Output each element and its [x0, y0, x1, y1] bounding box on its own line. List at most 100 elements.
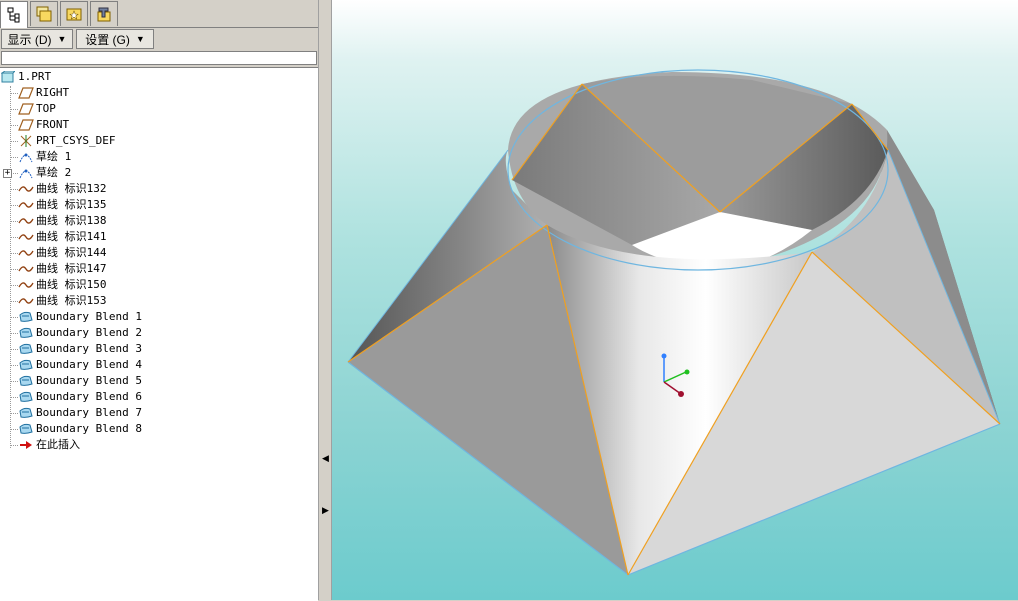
tree-item[interactable]: Boundary Blend 2 [18, 325, 142, 341]
tree-connector-line [10, 157, 18, 158]
tree-connector-line [10, 269, 18, 270]
settings-menu-button[interactable]: 设置 (G) ▼ [76, 29, 154, 49]
tree-connector-line [10, 365, 18, 366]
tree-item[interactable]: Boundary Blend 1 [18, 309, 142, 325]
tree-item-label: Boundary Blend 3 [36, 342, 142, 355]
tree-item-label: Boundary Blend 7 [36, 406, 142, 419]
tree-item[interactable]: Boundary Blend 3 [18, 341, 142, 357]
tree-item-label: Boundary Blend 1 [36, 310, 142, 323]
tree-item[interactable]: 草绘 1 [18, 149, 71, 165]
tree-item-label: 在此插入 [36, 438, 80, 451]
tree-item[interactable]: Boundary Blend 7 [18, 405, 142, 421]
tree-item[interactable]: PRT_CSYS_DEF [18, 133, 115, 149]
tree-item[interactable]: 曲线 标识141 [18, 229, 107, 245]
tree-icon [7, 7, 20, 23]
show-menu-button[interactable]: 显示 (D) ▼ [1, 29, 73, 49]
tree-connector-line [10, 285, 18, 286]
tree-item-label: 曲线 标识150 [36, 278, 107, 291]
curve-icon [18, 294, 34, 308]
panel-splitter[interactable]: ◀ ▶ [318, 0, 332, 600]
graphics-window[interactable] [332, 0, 1018, 600]
tools-icon [97, 7, 111, 22]
tab-model-tree[interactable] [0, 1, 28, 28]
datum-plane-icon [18, 118, 34, 132]
favorites-icon [66, 8, 82, 21]
tree-item[interactable]: TOP [18, 101, 56, 117]
tree-toolbar: 显示 (D) ▼ 设置 (G) ▼ [0, 28, 320, 50]
csys-y-marker [661, 353, 667, 359]
tree-item-label: 曲线 标识147 [36, 262, 107, 275]
tree-item-label: 曲线 标识135 [36, 198, 107, 211]
tree-item-label: Boundary Blend 2 [36, 326, 142, 339]
tree-connector-line [10, 189, 18, 190]
model-3d-view [347, 69, 1001, 576]
tree-connector-line [10, 381, 18, 382]
csys-icon [18, 134, 34, 148]
boundary-blend-icon [18, 374, 34, 388]
tree-item-label: Boundary Blend 8 [36, 422, 142, 435]
sketch-icon [18, 166, 34, 180]
part-icon [0, 70, 16, 84]
tree-item[interactable]: 曲线 标识135 [18, 197, 107, 213]
tree-item-label: 曲线 标识132 [36, 182, 107, 195]
tree-item-label: Boundary Blend 5 [36, 374, 142, 387]
tree-item[interactable]: 曲线 标识153 [18, 293, 107, 309]
tree-item[interactable]: FRONT [18, 117, 69, 133]
boundary-blend-icon [18, 390, 34, 404]
tree-connector-line [10, 445, 18, 446]
curve-icon [18, 278, 34, 292]
tree-item[interactable]: 曲线 标识147 [18, 261, 107, 277]
tree-item-label: 曲线 标识141 [36, 230, 107, 243]
curve-icon [18, 182, 34, 196]
navigator-tabs [0, 0, 320, 28]
tree-connector-line [10, 141, 18, 142]
csys-x-marker [684, 369, 690, 375]
tree-item-label: 曲线 标识144 [36, 246, 107, 259]
expand-icon[interactable]: + [3, 169, 12, 178]
tree-item[interactable]: Boundary Blend 6 [18, 389, 142, 405]
tree-item-label: 草绘 1 [36, 150, 72, 163]
tree-item[interactable]: 曲线 标识132 [18, 181, 107, 197]
settings-menu-label: 设置 (G) [85, 32, 130, 47]
tab-favorites[interactable] [60, 1, 88, 26]
tree-filter-bar[interactable] [1, 51, 317, 65]
tree-item[interactable]: 草绘 2 [18, 165, 71, 181]
tree-connector-line [10, 397, 18, 398]
boundary-blend-icon [18, 310, 34, 324]
tree-item[interactable]: Boundary Blend 8 [18, 421, 142, 437]
tab-folder-browser[interactable] [30, 1, 58, 26]
tab-connections[interactable] [90, 1, 118, 26]
tree-item[interactable]: RIGHT [18, 85, 69, 101]
boundary-blend-icon [18, 358, 34, 372]
boundary-blend-icon [18, 326, 34, 340]
tree-item-label: FRONT [36, 118, 70, 131]
tree-connector-line [10, 317, 18, 318]
expand-right-icon[interactable]: ▶ [322, 505, 329, 516]
tree-item-label: Boundary Blend 4 [36, 358, 142, 371]
tree-item[interactable]: Boundary Blend 4 [18, 357, 142, 373]
tree-connector-line [10, 413, 18, 414]
tree-connector-line [10, 349, 18, 350]
curve-icon [18, 214, 34, 228]
curve-icon [18, 198, 34, 212]
model-tree: 1.PRT RIGHT TOP FRONT PRT_CSYS_DEF 草绘 1 草绘 2 曲… [0, 67, 318, 601]
tree-connector-line [10, 237, 18, 238]
tree-connector-line [10, 301, 18, 302]
curve-icon [18, 262, 34, 276]
chevron-down-icon: ▼ [135, 34, 145, 44]
tree-connector-line [10, 93, 18, 94]
boundary-blend-icon [18, 406, 34, 420]
tree-root[interactable]: 1.PRT [0, 69, 51, 85]
boundary-blend-icon [18, 422, 34, 436]
tree-item[interactable]: 曲线 标识150 [18, 277, 107, 293]
tree-item[interactable]: 曲线 标识144 [18, 245, 107, 261]
insert-here-arrow-icon [18, 438, 34, 452]
tree-item[interactable]: 曲线 标识138 [18, 213, 107, 229]
tree-item[interactable]: 在此插入 [18, 437, 80, 453]
tree-connector-line [10, 429, 18, 430]
tree-item[interactable]: Boundary Blend 5 [18, 373, 142, 389]
tree-connector-line [10, 253, 18, 254]
tree-item-label: 曲线 标识138 [36, 214, 107, 227]
chevron-down-icon: ▼ [57, 34, 67, 44]
collapse-left-icon[interactable]: ◀ [322, 453, 329, 464]
